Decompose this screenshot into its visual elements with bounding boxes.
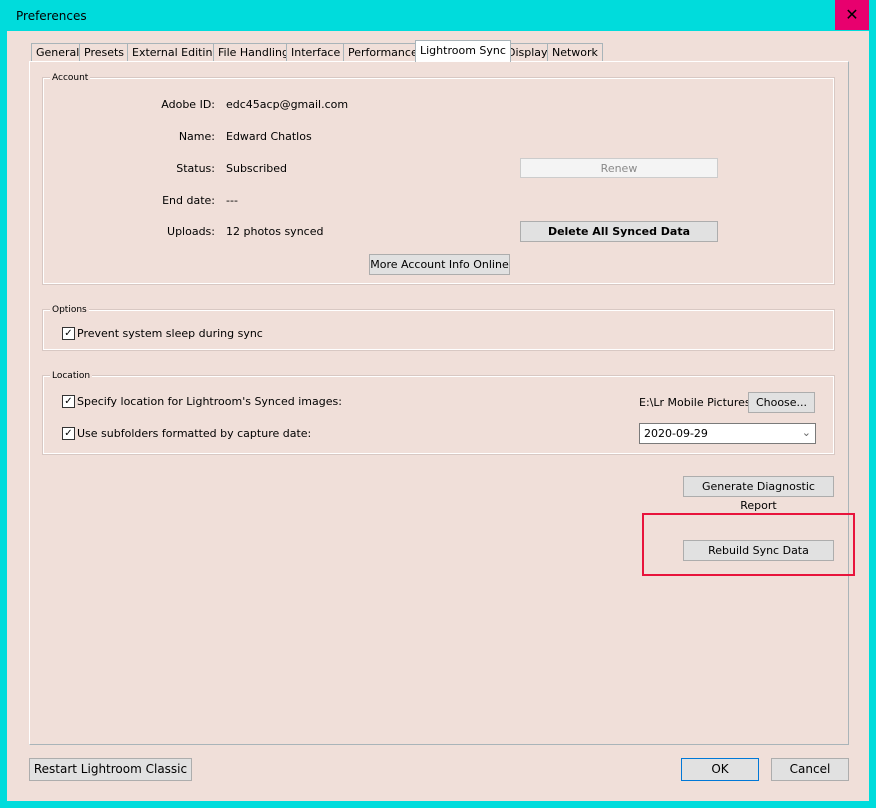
adobe-id-value: edc45acp@gmail.com [226, 98, 349, 111]
date-format-select[interactable]: 2020-09-29 ⌄ [639, 423, 816, 444]
tab-performance[interactable]: Performance [343, 43, 423, 61]
generate-diagnostic-report-button[interactable]: Generate Diagnostic Report [683, 476, 834, 512]
tab-lightroom-sync[interactable]: Lightroom Sync [415, 40, 511, 62]
end-date-value: --- [226, 194, 238, 207]
prevent-sleep-checkbox[interactable]: ✓ [62, 327, 75, 340]
cancel-button[interactable]: Cancel [771, 758, 849, 781]
tab-network[interactable]: Network [547, 43, 603, 61]
tab-general[interactable]: General [31, 43, 85, 61]
ok-button[interactable]: OK [681, 758, 759, 781]
prevent-sleep-label[interactable]: Prevent system sleep during sync [77, 327, 263, 340]
tab-interface[interactable]: Interface [286, 43, 346, 61]
date-format-value: 2020-09-29 [644, 427, 708, 440]
choose-button[interactable]: Choose... [748, 392, 815, 413]
end-date-label: End date: [162, 194, 215, 207]
options-group-title: Options [50, 305, 89, 315]
restart-lightroom-button[interactable]: Restart Lightroom Classic [29, 758, 192, 781]
uploads-label: Uploads: [167, 225, 215, 238]
name-value: Edward Chatlos [226, 130, 312, 143]
status-value: Subscribed [226, 162, 288, 175]
uploads-value: 12 photos synced [226, 225, 324, 238]
more-account-info-button[interactable]: More Account Info Online [369, 254, 510, 275]
tab-external-editing[interactable]: External Editing [127, 43, 225, 61]
adobe-id-label: Adobe ID: [161, 98, 215, 111]
rebuild-sync-data-button[interactable]: Rebuild Sync Data [683, 540, 834, 561]
chevron-down-icon: ⌄ [801, 426, 811, 439]
window-title: Preferences [16, 9, 87, 23]
specify-location-label[interactable]: Specify location for Lightroom's Synced … [77, 395, 342, 408]
close-icon[interactable]: ✕ [835, 0, 869, 30]
status-label: Status: [176, 162, 215, 175]
tab-presets[interactable]: Presets [79, 43, 130, 61]
delete-all-synced-data-button[interactable]: Delete All Synced Data [520, 221, 718, 242]
account-group-title: Account [50, 73, 91, 83]
subfolders-checkbox[interactable]: ✓ [62, 427, 75, 440]
location-group-title: Location [50, 371, 93, 381]
location-path: E:\Lr Mobile Pictures [639, 396, 751, 409]
subfolders-label[interactable]: Use subfolders formatted by capture date… [77, 427, 311, 440]
renew-button: Renew [520, 158, 718, 178]
tab-file-handling[interactable]: File Handling [213, 43, 294, 61]
specify-location-checkbox[interactable]: ✓ [62, 395, 75, 408]
name-label: Name: [178, 130, 215, 143]
title-bar [0, 0, 876, 31]
